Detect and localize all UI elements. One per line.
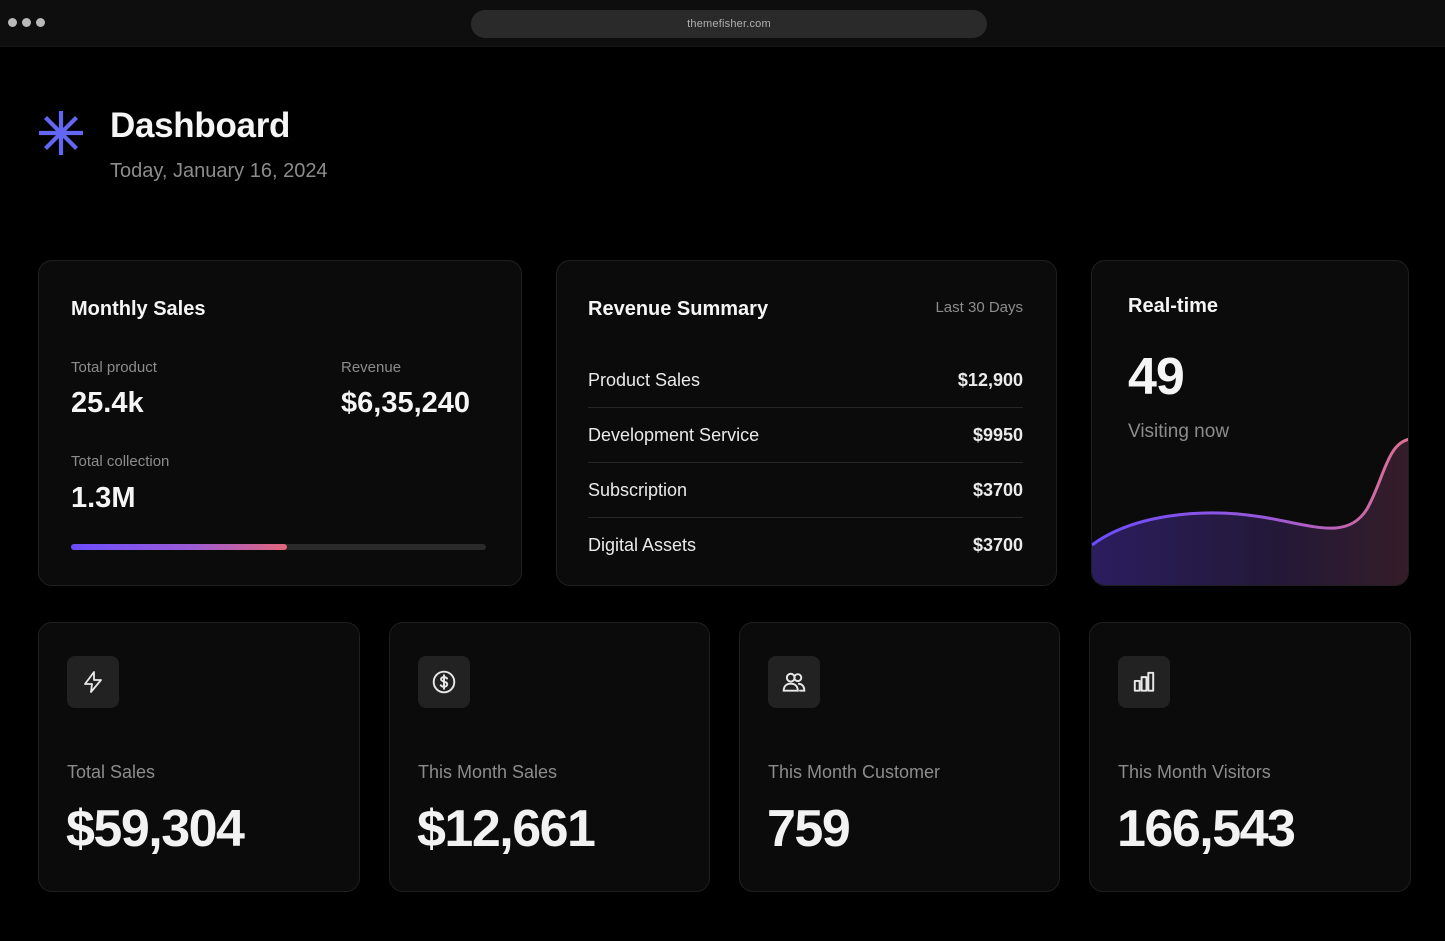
page-title: Dashboard [110,106,291,145]
revenue-value: $6,35,240 [341,387,471,419]
collection-progress-bar [71,544,486,550]
bar-chart-icon [1118,656,1170,708]
browser-toolbar: themefisher.com [0,0,1445,47]
stat-card-value: 166,543 [1117,800,1296,858]
stat-card-label: This Month Visitors [1118,762,1271,782]
users-icon [768,656,820,708]
revenue-row-product-sales: Product Sales $12,900 [588,353,1023,408]
address-bar[interactable]: themefisher.com [471,10,987,38]
revenue-item-label: Subscription [588,479,688,500]
revenue-item-label: Development Service [588,424,760,445]
stat-card-value: $59,304 [66,800,245,858]
stat-card-label: This Month Customer [768,762,941,782]
stat-card-this-month-customer: This Month Customer 759 [739,622,1060,892]
revenue-item-amount: $3700 [972,535,1023,555]
dollar-circle-icon [418,656,470,708]
realtime-visitor-count: 49 [1128,348,1185,406]
monthly-sales-title: Monthly Sales [71,298,206,320]
revenue-label: Revenue [341,359,402,376]
revenue-item-label: Product Sales [588,369,701,390]
lightning-icon [67,656,119,708]
revenue-row-subscription: Subscription $3700 [588,463,1023,518]
window-controls [8,18,45,27]
revenue-row-development-service: Development Service $9950 [588,408,1023,463]
stat-card-value: $12,661 [417,800,596,858]
total-collection-value: 1.3M [71,482,136,514]
realtime-title: Real-time [1128,295,1219,317]
revenue-item-label: Digital Assets [588,535,697,555]
revenue-summary-card: Revenue Summary Last 30 Days Product Sal… [556,260,1057,586]
stat-card-total-sales: Total Sales $59,304 [38,622,360,892]
page-date: Today, January 16, 2024 [110,160,328,182]
revenue-item-amount: $12,900 [957,369,1023,390]
realtime-wave-area [1092,439,1408,585]
revenue-period-label: Last 30 Days [935,299,1023,316]
realtime-card: Real-time 49 Visiting now [1091,260,1409,586]
stat-card-this-month-visitors: This Month Visitors 166,543 [1089,622,1411,892]
revenue-row-digital-assets: Digital Assets $3700 [588,518,1023,573]
asterisk-icon [39,111,83,155]
address-bar-url: themefisher.com [687,18,771,30]
revenue-item-amount: $9950 [972,424,1023,445]
realtime-wave-chart [1092,438,1408,585]
revenue-list: Product Sales $12,900 Development Servic… [588,353,1023,573]
stat-card-label: Total Sales [67,762,156,782]
window-maximize-dot[interactable] [36,18,45,27]
revenue-summary-title: Revenue Summary [588,298,769,320]
total-collection-label: Total collection [71,453,170,470]
monthly-sales-card: Monthly Sales Total product 25.4k Revenu… [38,260,522,586]
total-product-label: Total product [71,359,157,376]
window-close-dot[interactable] [8,18,17,27]
stat-card-this-month-sales: This Month Sales $12,661 [389,622,710,892]
window-minimize-dot[interactable] [22,18,31,27]
revenue-item-amount: $3700 [972,479,1023,500]
collection-progress-fill [71,544,287,550]
stat-card-label: This Month Sales [418,762,558,782]
total-product-value: 25.4k [71,387,144,419]
stat-card-value: 759 [767,800,851,858]
